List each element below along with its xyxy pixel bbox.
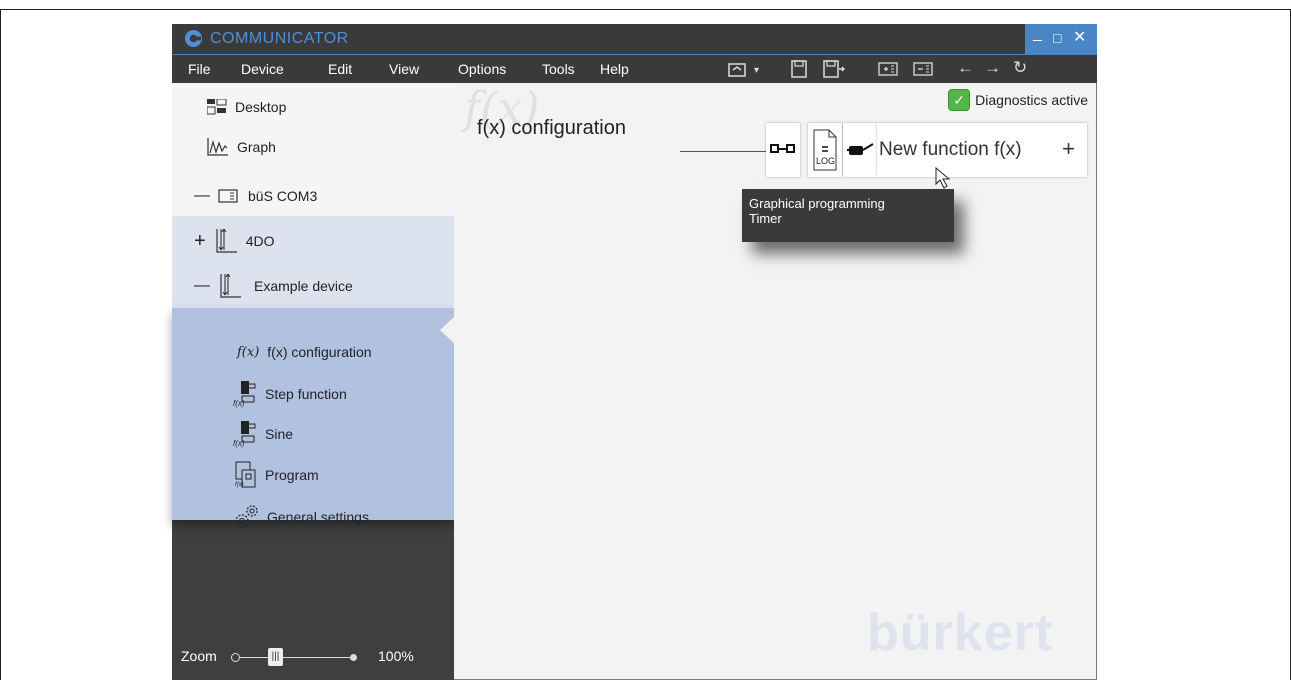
program-icon: f(x) <box>235 461 256 488</box>
function-block-timer[interactable] <box>843 123 877 177</box>
menu-file[interactable]: File <box>188 61 211 77</box>
device-icon <box>220 273 241 298</box>
tooltip: Graphical programming Timer <box>742 189 954 242</box>
sidebar-item-example-device[interactable]: — Example device <box>194 273 353 299</box>
tooltip-line-1: Graphical programming <box>749 196 885 211</box>
sidebar-item-label: Example device <box>254 278 353 294</box>
sidebar-item-label: Sine <box>265 426 294 442</box>
frame-top <box>0 9 1291 10</box>
bus-interface-icon <box>218 189 238 203</box>
sidebar-item-label: f(x) configuration <box>267 344 372 360</box>
sidebar-item-label: büS COM3 <box>248 188 318 204</box>
device-icon <box>216 228 237 253</box>
sidebar-item-step-function[interactable]: f(x) Step function <box>233 380 347 408</box>
connector-icon <box>770 144 795 153</box>
diagnostics-status[interactable]: ✓ Diagnostics active <box>948 89 1088 111</box>
sidebar-item-label: Program <box>265 467 319 483</box>
menu-view[interactable]: View <box>389 61 419 77</box>
step-function-icon: f(x) <box>233 381 256 408</box>
app-window: COMMUNICATOR _ □ ✕ File Device Edit View… <box>172 24 1097 680</box>
burkert-logo: bürkert <box>867 604 1054 662</box>
menu-edit[interactable]: Edit <box>328 61 352 77</box>
menu-options[interactable]: Options <box>458 61 506 77</box>
zoom-max-marker <box>350 654 357 661</box>
sine-icon: f(x) <box>233 421 256 448</box>
dropdown-arrow-icon[interactable]: ▾ <box>754 65 759 76</box>
zoom-slider-thumb[interactable]: ||| <box>268 648 283 666</box>
sidebar-item-label: Graph <box>237 139 276 155</box>
checkmark-icon: ✓ <box>948 89 971 111</box>
sidebar-item-label: Step function <box>265 386 347 402</box>
forward-arrow-icon[interactable]: → <box>984 58 1001 78</box>
sidebar-item-bus[interactable]: — büS COM3 <box>194 187 317 205</box>
frame-left <box>0 9 1 680</box>
app-title: COMMUNICATOR <box>210 30 349 47</box>
zoom-value: 100% <box>378 648 414 664</box>
selection-indicator <box>440 317 454 343</box>
minimize-icon[interactable]: _ <box>1033 25 1042 43</box>
add-device-icon[interactable] <box>878 62 900 76</box>
open-folder-icon[interactable] <box>728 62 746 77</box>
sidebar: Desktop Graph — büS COM3 + 4DO — Example… <box>172 83 454 680</box>
sidebar-item-label: 4DO <box>245 233 275 249</box>
sidebar-item-desktop[interactable]: Desktop <box>207 99 286 115</box>
menu-help[interactable]: Help <box>600 61 629 77</box>
sidebar-item-program[interactable]: f(x) Program <box>233 461 319 489</box>
function-block-log[interactable]: LOG <box>808 123 842 177</box>
new-function-label: New function f(x) <box>879 139 1022 160</box>
window-controls: _ □ ✕ <box>1025 24 1097 54</box>
menu-tools[interactable]: Tools <box>542 61 575 77</box>
desktop-icon <box>207 99 227 115</box>
sidebar-item-sine[interactable]: f(x) Sine <box>233 420 293 448</box>
back-arrow-icon[interactable]: ← <box>957 58 974 78</box>
svg-text:f(x): f(x) <box>233 439 245 448</box>
sidebar-item-label: Desktop <box>235 99 287 115</box>
timer-icon <box>847 143 874 155</box>
remove-device-icon[interactable] <box>913 62 935 76</box>
sidebar-item-fx-configuration[interactable]: f(x) f(x) configuration <box>237 344 372 360</box>
expand-icon[interactable]: + <box>194 230 206 253</box>
mouse-pointer-icon <box>935 167 951 189</box>
page-title: f(x) configuration <box>477 117 626 139</box>
menu-bar: File Device Edit View Options Tools Help… <box>172 55 1097 83</box>
tooltip-line-2: Timer <box>749 211 782 226</box>
zoom-min-marker <box>231 653 240 662</box>
menu-device[interactable]: Device <box>241 61 284 77</box>
main-panel: f(x) f(x) configuration ✓ Diagnostics ac… <box>454 83 1097 680</box>
svg-text:f(x): f(x) <box>235 482 244 488</box>
close-icon[interactable]: ✕ <box>1073 27 1086 47</box>
zoom-slider-track[interactable] <box>235 657 353 658</box>
fx-icon: f(x) <box>237 344 260 360</box>
graph-icon <box>207 138 228 156</box>
zoom-label: Zoom <box>181 648 217 664</box>
save-as-icon[interactable] <box>823 60 845 78</box>
collapse-icon[interactable]: — <box>194 277 210 295</box>
log-label: LOG <box>816 156 836 166</box>
sidebar-item-graph[interactable]: Graph <box>207 138 276 156</box>
new-function-button[interactable]: New function f(x) + <box>877 123 1087 177</box>
title-bar: COMMUNICATOR _ □ ✕ <box>172 24 1097 55</box>
gears-icon <box>235 505 258 528</box>
collapse-icon[interactable]: — <box>194 187 210 205</box>
diagnostics-label: Diagnostics active <box>975 92 1088 108</box>
svg-text:f(x): f(x) <box>233 399 245 408</box>
maximize-icon[interactable]: □ <box>1053 30 1061 46</box>
function-block-connect[interactable] <box>766 123 800 177</box>
refresh-icon[interactable]: ↻ <box>1013 58 1027 78</box>
sidebar-item-general-settings[interactable]: General settings <box>233 503 369 531</box>
sidebar-item-label: General settings <box>267 509 369 525</box>
plus-icon: + <box>1062 136 1075 161</box>
communicator-logo-icon <box>184 29 203 48</box>
save-icon[interactable] <box>791 60 807 78</box>
connector-line <box>680 151 768 152</box>
sidebar-item-4do[interactable]: + 4DO <box>194 228 274 254</box>
